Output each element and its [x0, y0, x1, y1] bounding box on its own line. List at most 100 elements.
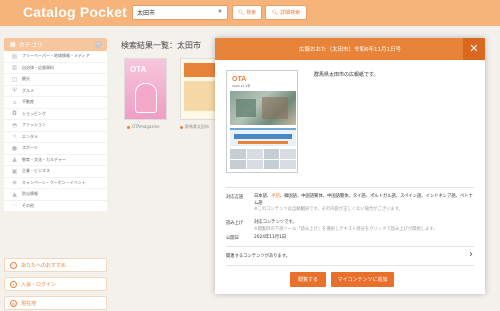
related-content-label: 関連するコンテンツがあります。	[226, 254, 291, 259]
recommend-link[interactable]: ♡ あなたへのおすすめ	[4, 258, 107, 272]
map-icon: ◫	[11, 75, 18, 83]
sidebar-item-label: 自治体・広報資料	[22, 64, 54, 70]
sidebar-item-label: エンタメ	[22, 133, 38, 139]
newspaper-icon: ▤	[11, 52, 18, 60]
sidebar-item-tourism[interactable]: ◫ 観光	[4, 74, 107, 86]
sidebar-item-label: フリーペーパー・地域情報・メディア	[22, 53, 90, 59]
house-icon: ⌂	[12, 98, 17, 106]
sign-language-link[interactable]: 手話	[271, 194, 280, 199]
thumbnail-logo: OTA	[130, 65, 147, 74]
location-icon: ◎	[10, 299, 17, 307]
sidebar-item-label: 不動産	[22, 99, 34, 105]
sidebar-item-business[interactable]: ▣ 企業・ビジネス	[4, 166, 107, 178]
result-thumbnail[interactable]: OTA	[124, 58, 167, 120]
category-heading[interactable]: ▦ カテゴリ −	[4, 38, 107, 51]
languages-note: ※このコンテンツは自動翻訳です。その内容が正しくない場合がございます。	[254, 207, 403, 212]
warning-icon: ▲	[12, 190, 17, 198]
read-button[interactable]: 閲覧する	[290, 272, 326, 287]
sidebar-item-label: 企業・ビジネス	[22, 168, 50, 174]
sidebar-item-label: グルメ	[22, 87, 34, 93]
detail-search-button[interactable]: 🔍︎ 詳細検索	[265, 5, 307, 20]
search-input[interactable]	[132, 5, 228, 20]
sidebar-item-sports[interactable]: ● スポーツ	[4, 143, 107, 155]
login-label: 入会・ログイン	[21, 281, 57, 288]
sidebar-item-fashion[interactable]: ◓ ファッション	[4, 120, 107, 132]
languages-text: 日本語、	[254, 194, 272, 199]
sidebar-item-label: ショッピング	[22, 110, 46, 116]
related-content-row[interactable]: 関連するコンテンツがあります。	[226, 253, 474, 259]
category-list: ▤ フリーペーパー・地域情報・メディア ▥ 自治体・広報資料 ◫ 観光 Ψ グルメ ⌂ 不…	[4, 51, 107, 212]
sidebar-item-label: スポーツ	[22, 145, 38, 151]
sidebar: ▦ カテゴリ − ▤ フリーペーパー・地域情報・メディア ▥ 自治体・広報資料 ◫ 観…	[0, 34, 107, 311]
published-label: 公開日	[226, 236, 239, 241]
sidebar-item-gourmet[interactable]: Ψ グルメ	[4, 86, 107, 97]
languages-text-rest: 、韓国語、中国語繁体、中国語簡体、タイ語、ポルトガル語、スペイン語、インドネシア…	[254, 194, 473, 206]
sidebar-item-entertainment[interactable]: ✧ エンタメ	[4, 132, 107, 143]
sidebar-item-label: キャンペーン・クーポン・イベント	[22, 179, 86, 185]
search-button[interactable]: 🔍︎ 検索	[232, 5, 262, 20]
result-caption[interactable]: 群馬県太田市	[180, 124, 209, 130]
fork-knife-icon: Ψ	[12, 87, 17, 95]
sidebar-item-label: 防災情報	[22, 191, 38, 197]
detail-search-label: 詳細検索	[280, 10, 301, 16]
building-icon: ▥	[11, 64, 18, 72]
results-title: 検索結果一覧：太田市	[121, 41, 201, 50]
cover-logo: OTA	[232, 76, 247, 83]
category-heading-label: カテゴリ	[18, 42, 43, 49]
add-to-my-contents-button[interactable]: マイコンテンツに追加	[331, 272, 394, 287]
languages-label: 対応言語	[226, 195, 244, 200]
sidebar-item-government[interactable]: ▥ 自治体・広報資料	[4, 63, 107, 74]
readaloud-value: 対応コンテンツです。 ※閲覧時の下部ツール「読み上げ」を選択しテキスト部分をクリ…	[254, 220, 474, 233]
current-location-link[interactable]: ◎ 現在地	[4, 296, 107, 310]
readaloud-note: ※閲覧時の下部ツール「読み上げ」を選択しテキスト部分をクリックで読み上げが開始し…	[254, 226, 438, 232]
content-detail-modal: 広報おおた（太田市）令和6年11月1日号 ✕ OTA 2024.11.1号 群馬…	[215, 38, 485, 294]
ticket-icon: ◈	[12, 179, 17, 187]
user-icon: •	[10, 280, 17, 288]
sidebar-item-shopping[interactable]: ◘ ショッピング	[4, 109, 107, 120]
heart-icon: ♡	[10, 261, 17, 269]
divider	[226, 246, 474, 247]
languages-row: 対応言語 日本語、手話、韓国語、中国語繁体、中国語簡体、タイ語、ポルトガル語、ス…	[226, 194, 474, 214]
shirt-icon: ◓	[11, 121, 18, 129]
cover-image[interactable]: OTA 2024.11.1号	[226, 70, 298, 173]
readaloud-label: 読み上げ	[226, 221, 244, 226]
published-row: 公開日 2024年11月1日	[226, 235, 474, 242]
sidebar-item-campaign[interactable]: ◈ キャンペーン・クーポン・イベント	[4, 178, 107, 189]
result-caption-text: 群馬県太田市	[185, 124, 209, 129]
chevron-right-icon[interactable]: ›	[469, 249, 473, 260]
sidebar-item-disaster[interactable]: ▲ 防災情報	[4, 189, 107, 201]
dots-icon: ⋯	[11, 202, 18, 210]
current-location-label: 現在地	[21, 300, 37, 307]
search-icon: 🔍︎	[271, 9, 279, 16]
divider	[226, 265, 474, 266]
sidebar-item-other[interactable]: ⋯ その他	[4, 201, 107, 212]
close-icon[interactable]: ✕	[463, 38, 485, 60]
sidebar-item-label: 教育・文化・カルチャー	[22, 156, 66, 162]
cover-grid	[230, 149, 296, 169]
site-logo[interactable]: Catalog Pocket	[23, 4, 127, 20]
published-value: 2024年11月1日	[254, 235, 287, 240]
graduation-icon: ▲	[12, 156, 17, 164]
cover-photo	[230, 91, 296, 125]
star-icon: ✧	[11, 133, 18, 141]
sidebar-item-real-estate[interactable]: ⌂ 不動産	[4, 97, 107, 109]
content-description: 群馬県太田市の広報紙です。	[314, 72, 379, 78]
modal-title: 広報おおた（太田市）令和6年11月1日号	[299, 47, 401, 53]
sidebar-item-label: その他	[22, 202, 34, 208]
readaloud-text: 対応コンテンツです。	[254, 220, 297, 225]
sidebar-item-free-paper[interactable]: ▤ フリーペーパー・地域情報・メディア	[4, 51, 107, 63]
readaloud-row: 読み上げ 対応コンテンツです。 ※閲覧時の下部ツール「読み上げ」を選択しテキスト…	[226, 220, 474, 233]
sidebar-item-label: 観光	[22, 76, 30, 82]
languages-value: 日本語、手話、韓国語、中国語繁体、中国語簡体、タイ語、ポルトガル語、スペイン語、…	[254, 194, 474, 214]
bag-icon: ◘	[12, 110, 17, 118]
login-link[interactable]: • 入会・ログイン	[4, 277, 107, 291]
ball-icon: ●	[11, 144, 18, 152]
sidebar-item-education[interactable]: ▲ 教育・文化・カルチャー	[4, 155, 107, 166]
cover-date: 2024.11.1号	[232, 84, 251, 88]
briefcase-icon: ▣	[11, 167, 18, 175]
collapse-icon[interactable]: −	[95, 41, 102, 48]
divider	[226, 187, 474, 188]
grid-icon: ▦	[10, 41, 16, 48]
result-caption[interactable]: OTAmagazine	[127, 124, 160, 129]
cover-banner	[230, 128, 296, 146]
